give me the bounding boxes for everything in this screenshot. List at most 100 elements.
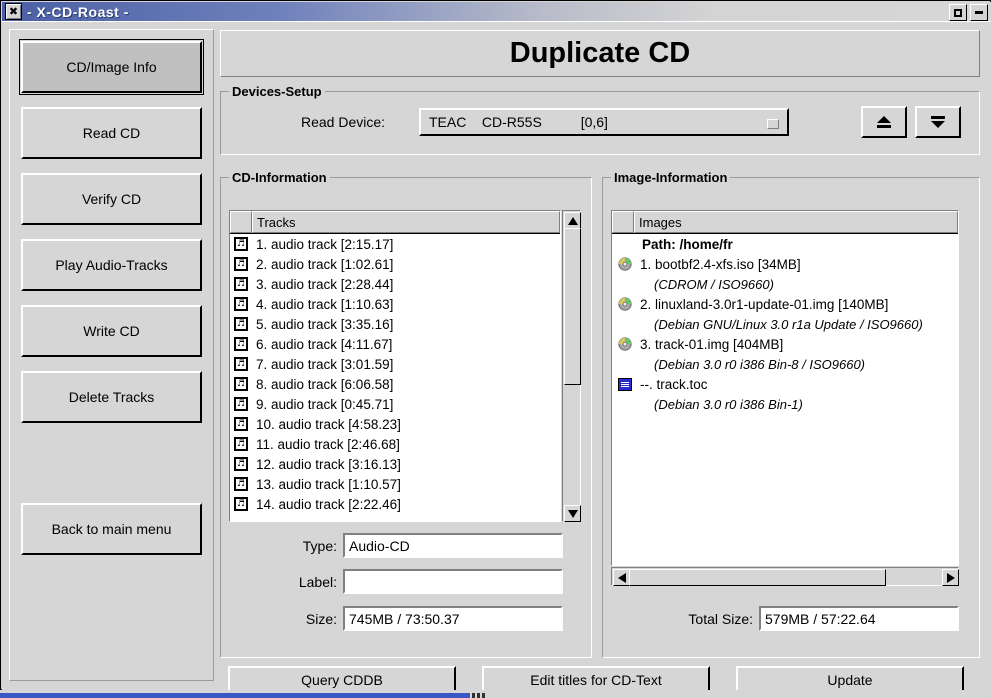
cd-disc-icon <box>618 257 632 271</box>
tracks-vscrollbar[interactable] <box>562 210 581 522</box>
label-label: Label: <box>298 574 337 590</box>
triangle-up-icon <box>567 216 578 225</box>
sidebar-item-label: Read CD <box>82 125 141 141</box>
track-label: 7. audio track [3:01.59] <box>256 356 394 372</box>
music-note-icon: ♬ <box>234 377 248 391</box>
track-label: 13. audio track [1:10.57] <box>256 476 401 492</box>
triangle-right-icon <box>946 572 955 583</box>
track-label: 4. audio track [1:10.63] <box>256 296 394 312</box>
image-row[interactable]: 3. track-01.img [404MB] <box>612 334 958 354</box>
track-row[interactable]: ♬ 7. audio track [3:01.59] <box>230 354 560 374</box>
tracks-listbox[interactable]: Tracks ♬ 1. audio track [2:15.17] ♬ 2. audi… <box>229 210 561 522</box>
total-size-value: 579MB / 57:22.64 <box>765 610 876 627</box>
scroll-up-button[interactable] <box>564 212 581 229</box>
sidebar-item-delete-tracks[interactable]: Delete Tracks <box>21 371 202 423</box>
cd-information-label: CD-Information <box>229 170 330 185</box>
track-row[interactable]: ♬ 12. audio track [3:16.13] <box>230 454 560 474</box>
sidebar-item-label: Play Audio-Tracks <box>55 257 168 273</box>
label-field[interactable] <box>343 569 563 594</box>
tracks-header-icon-col[interactable] <box>230 211 252 233</box>
track-row[interactable]: ♬ 5. audio track [3:35.16] <box>230 314 560 334</box>
sidebar-item-cd-image-info[interactable]: CD/Image Info <box>19 39 204 95</box>
tracks-rows: ♬ 1. audio track [2:15.17] ♬ 2. audio track… <box>230 234 560 514</box>
total-size-field[interactable]: 579MB / 57:22.64 <box>759 606 959 631</box>
images-listbox[interactable]: Images Path: /home/fr 1. bootbf2.4-xfs.is… <box>611 210 959 566</box>
app-root: ✖ - X-CD-Roast - CD/Image Info Read CD V… <box>0 0 991 698</box>
track-row[interactable]: ♬ 1. audio track [2:15.17] <box>230 234 560 254</box>
track-label: 1. audio track [2:15.17] <box>256 236 394 252</box>
images-list-header: Images <box>612 211 958 234</box>
track-row[interactable]: ♬ 10. audio track [4:58.23] <box>230 414 560 434</box>
track-label: 10. audio track [4:58.23] <box>256 416 401 432</box>
track-label: 5. audio track [3:35.16] <box>256 316 394 332</box>
cd-disc-icon <box>618 337 632 351</box>
size-field[interactable]: 745MB / 73:50.37 <box>343 606 563 631</box>
image-row[interactable]: 2. linuxland-3.0r1-update-01.img [140MB] <box>612 294 958 314</box>
type-field[interactable]: Audio-CD <box>343 533 563 558</box>
toc-file-icon <box>618 377 632 391</box>
image-name: 1. bootbf2.4-xfs.iso [34MB] <box>640 256 801 272</box>
track-label: 8. audio track [6:06.58] <box>256 376 394 392</box>
sidebar-item-label: CD/Image Info <box>66 59 157 75</box>
track-label: 14. audio track [2:22.46] <box>256 496 401 512</box>
type-label: Type: <box>302 538 337 554</box>
tracks-scroll-thumb[interactable] <box>564 228 581 385</box>
music-note-icon: ♬ <box>234 457 248 471</box>
eject-button[interactable] <box>861 106 907 138</box>
update-label: Update <box>827 672 873 688</box>
image-name: 2. linuxland-3.0r1-update-01.img [140MB] <box>640 296 889 312</box>
close-icon[interactable]: ✖ <box>5 3 22 20</box>
type-value: Audio-CD <box>349 537 410 554</box>
music-note-icon: ♬ <box>234 417 248 431</box>
maximize-button[interactable] <box>949 4 967 21</box>
scroll-left-button[interactable] <box>613 569 630 586</box>
sidebar-item-verify-cd[interactable]: Verify CD <box>21 173 202 225</box>
track-label: 9. audio track [0:45.71] <box>256 396 394 412</box>
track-label: 6. audio track [4:11.67] <box>256 336 393 352</box>
read-device-label: Read Device: <box>301 114 386 130</box>
track-label: 12. audio track [3:16.13] <box>256 456 401 472</box>
content-area: Duplicate CD Devices-Setup Read Device: … <box>218 29 984 694</box>
track-row[interactable]: ♬ 6. audio track [4:11.67] <box>230 334 560 354</box>
minimize-button[interactable] <box>970 4 988 21</box>
track-row[interactable]: ♬ 3. audio track [2:28.44] <box>230 274 560 294</box>
maximize-icon <box>954 8 962 17</box>
track-row[interactable]: ♬ 9. audio track [0:45.71] <box>230 394 560 414</box>
sidebar-item-label: Delete Tracks <box>68 389 155 405</box>
back-to-main-menu-button[interactable]: Back to main menu <box>21 503 202 555</box>
music-note-icon: ♬ <box>234 337 248 351</box>
image-row[interactable]: 1. bootbf2.4-xfs.iso [34MB] <box>612 254 958 274</box>
track-row[interactable]: ♬ 13. audio track [1:10.57] <box>230 474 560 494</box>
sidebar-item-play-audio-tracks[interactable]: Play Audio-Tracks <box>21 239 202 291</box>
triangle-down-icon <box>567 509 578 518</box>
images-header-icon-col[interactable] <box>612 211 634 233</box>
read-device-dropdown[interactable]: TEAC CD-R55S [0,6] <box>419 108 789 136</box>
scroll-right-button[interactable] <box>942 569 959 586</box>
sidebar-item-write-cd[interactable]: Write CD <box>21 305 202 357</box>
taskbar-indicators <box>472 693 485 698</box>
cd-information-group: CD-Information Tracks ♬ 1. audio track [2… <box>220 170 592 658</box>
images-scroll-thumb[interactable] <box>629 569 886 586</box>
query-cddb-label: Query CDDB <box>301 672 383 688</box>
track-row[interactable]: ♬ 11. audio track [2:46.68] <box>230 434 560 454</box>
page-title: Duplicate CD <box>509 37 691 69</box>
taskbar-strip[interactable] <box>0 693 470 698</box>
images-hscrollbar[interactable] <box>611 567 959 586</box>
track-row[interactable]: ♬ 8. audio track [6:06.58] <box>230 374 560 394</box>
load-tray-button[interactable] <box>915 106 961 138</box>
tracks-header-label[interactable]: Tracks <box>252 211 560 233</box>
track-row[interactable]: ♬ 4. audio track [1:10.63] <box>230 294 560 314</box>
edit-titles-label: Edit titles for CD-Text <box>530 672 662 688</box>
total-size-label: Total Size: <box>688 611 753 627</box>
image-row[interactable]: --. track.toc <box>612 374 958 394</box>
sidebar-item-read-cd[interactable]: Read CD <box>21 107 202 159</box>
images-header-label[interactable]: Images <box>634 211 958 233</box>
minimize-icon <box>975 11 983 14</box>
image-detail: (Debian 3.0 r0 i386 Bin-1) <box>654 396 803 412</box>
scroll-down-button[interactable] <box>564 505 581 522</box>
music-note-icon: ♬ <box>234 237 248 251</box>
music-note-icon: ♬ <box>234 357 248 371</box>
track-row[interactable]: ♬ 2. audio track [1:02.61] <box>230 254 560 274</box>
music-note-icon: ♬ <box>234 297 248 311</box>
track-row[interactable]: ♬ 14. audio track [2:22.46] <box>230 494 560 514</box>
